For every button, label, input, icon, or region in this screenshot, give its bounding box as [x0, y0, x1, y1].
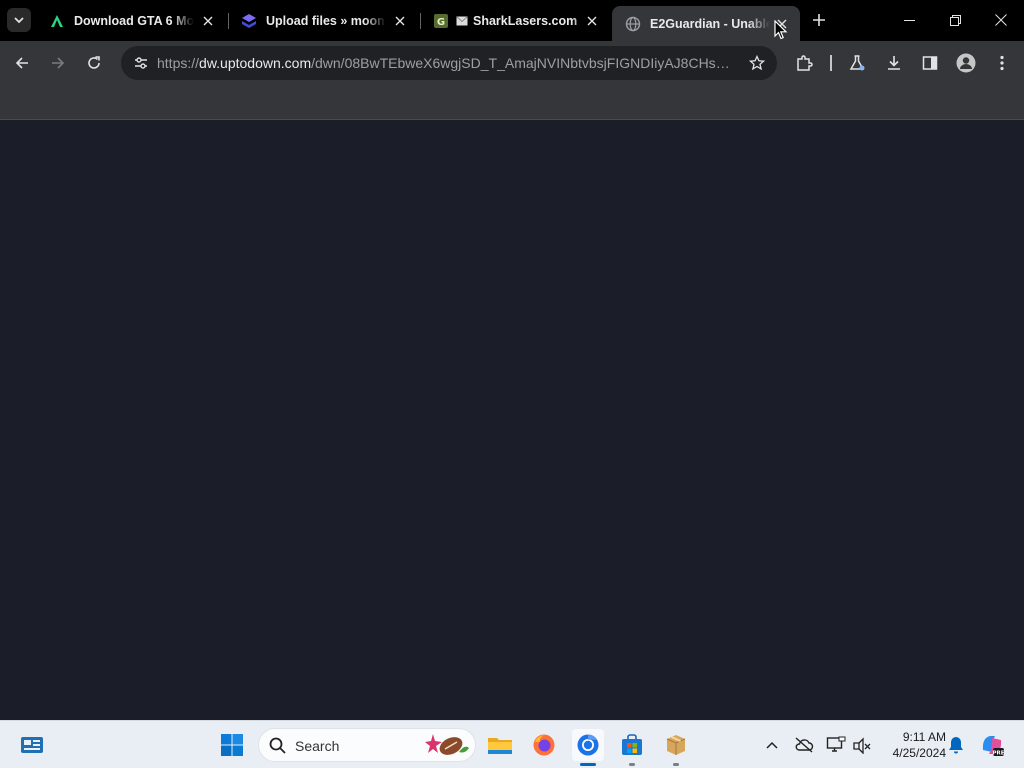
close-icon[interactable] — [584, 13, 600, 29]
microsoft-store-button[interactable] — [616, 729, 648, 766]
tab-title: Download GTA 6 Mobile — [74, 13, 194, 28]
notifications-button[interactable] — [944, 733, 968, 757]
bookmark-star-button[interactable] — [747, 53, 767, 73]
folder-icon — [488, 738, 512, 754]
mail-envelope-icon — [456, 15, 468, 26]
minimize-icon — [903, 19, 915, 21]
tab-search-button[interactable] — [7, 8, 31, 32]
chrome-button[interactable] — [572, 729, 604, 766]
taskbar: Search 9:11 AM 4/25/2024 PRE — [0, 720, 1024, 768]
onedrive-tray-button[interactable] — [792, 733, 816, 757]
url-text[interactable]: https://dw.uptodown.com/dwn/08BwTEbweX6w… — [157, 55, 739, 71]
tab-title: SharkLasers.com — [473, 13, 578, 28]
page-content — [0, 121, 1024, 720]
extensions-button[interactable] — [790, 49, 818, 77]
tab-title: Upload files » moon f — [266, 13, 386, 28]
arrow-right-icon — [52, 57, 65, 69]
url-host: dw.uptodown.com — [199, 55, 312, 71]
monitor-icon — [826, 736, 846, 752]
tab-upload-files[interactable]: Upload files » moon f — [228, 0, 418, 41]
upload-layers-icon — [241, 13, 257, 29]
package-box-icon — [666, 735, 686, 755]
puzzle-icon — [797, 55, 813, 71]
clock-date: 4/25/2024 — [892, 746, 946, 760]
flask-icon — [849, 55, 865, 71]
downloads-button[interactable] — [880, 49, 908, 77]
reload-icon — [88, 56, 100, 69]
side-panel-icon — [922, 56, 938, 70]
tab-title: E2Guardian - Unable t — [650, 16, 770, 31]
browser-toolbar: https://dw.uptodown.com/dwn/08BwTEbweX6w… — [0, 41, 1024, 85]
uptodown-a-icon — [49, 13, 65, 29]
file-explorer-button[interactable] — [484, 729, 516, 761]
display-tray-button[interactable] — [824, 733, 848, 757]
store-bag-icon — [622, 734, 642, 755]
tab-download-gta[interactable]: Download GTA 6 Mobile — [36, 0, 226, 41]
chevron-down-icon — [14, 17, 24, 24]
sharklasers-icon: G — [433, 13, 449, 29]
toolbar-divider — [830, 55, 832, 71]
widgets-news-icon — [21, 737, 43, 753]
taskbar-search[interactable]: Search — [258, 728, 476, 762]
close-icon[interactable] — [200, 13, 216, 29]
network-disconnected-icon — [853, 737, 871, 754]
widgets-button[interactable] — [16, 729, 48, 761]
address-bar[interactable]: https://dw.uptodown.com/dwn/08BwTEbweX6w… — [121, 46, 777, 80]
taskbar-clock[interactable]: 9:11 AM 4/25/2024 — [880, 729, 946, 761]
restore-icon — [949, 14, 961, 26]
profile-button[interactable] — [952, 49, 980, 77]
chevron-up-icon — [766, 741, 778, 749]
running-indicator — [629, 763, 635, 766]
svg-text:G: G — [437, 17, 445, 28]
labs-button[interactable] — [843, 49, 871, 77]
close-icon — [995, 14, 1007, 26]
network-volume-tray-button[interactable] — [850, 733, 874, 757]
download-icon — [888, 56, 900, 70]
restore-button[interactable] — [932, 0, 978, 40]
bookmarks-bar — [0, 85, 1024, 120]
svg-text:PRE: PRE — [992, 751, 1004, 757]
copilot-icon: PRE — [982, 736, 1005, 757]
active-indicator — [580, 763, 596, 766]
new-tab-button[interactable] — [809, 10, 829, 30]
start-button[interactable] — [216, 729, 248, 761]
forward-button[interactable] — [44, 49, 72, 77]
firefox-icon — [533, 734, 555, 756]
reload-button[interactable] — [80, 49, 108, 77]
tune-icon — [135, 57, 147, 69]
copilot-button[interactable]: PRE — [978, 731, 1006, 759]
chrome-icon — [577, 734, 599, 756]
search-icon — [269, 737, 286, 754]
search-highlight-icon — [425, 734, 469, 755]
tab-strip: Download GTA 6 Mobile Upload files » moo… — [0, 0, 1024, 41]
clock-time: 9:11 AM — [902, 730, 946, 744]
cloud-off-icon — [795, 737, 814, 753]
show-hidden-icons-button[interactable] — [760, 733, 784, 757]
back-button[interactable] — [8, 49, 36, 77]
star-icon — [749, 55, 765, 71]
tab-e2guardian[interactable]: E2Guardian - Unable t — [612, 6, 800, 41]
archive-app-button[interactable] — [660, 729, 692, 766]
menu-button[interactable] — [988, 49, 1016, 77]
avatar-icon — [956, 53, 976, 73]
search-label: Search — [295, 738, 340, 754]
windows-logo-icon — [221, 734, 243, 756]
site-info-button[interactable] — [129, 51, 153, 75]
minimize-button[interactable] — [886, 0, 932, 40]
bell-icon — [949, 737, 963, 754]
tab-sharklasers[interactable]: G SharkLasers.com — [420, 0, 610, 41]
running-indicator — [673, 763, 679, 766]
mouse-cursor-icon — [774, 20, 788, 40]
url-scheme: https:// — [157, 55, 200, 71]
close-window-button[interactable] — [978, 0, 1024, 40]
side-panel-button[interactable] — [916, 49, 944, 77]
plus-icon — [813, 14, 825, 26]
url-path: /dwn/08BwTEbweX6wgjSD_T_AmajNVINbtvbsjFI… — [311, 55, 739, 71]
kebab-menu-icon — [1000, 55, 1004, 71]
arrow-left-icon — [15, 57, 28, 69]
firefox-button[interactable] — [528, 729, 560, 761]
close-icon[interactable] — [392, 13, 408, 29]
globe-icon — [625, 16, 641, 32]
